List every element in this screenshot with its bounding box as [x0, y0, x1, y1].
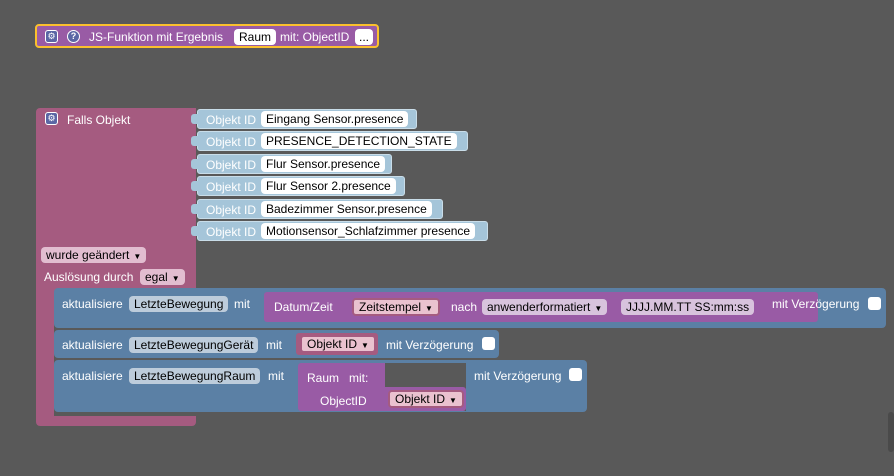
update-label: aktualisiere [62, 297, 123, 311]
delay-checkbox[interactable] [868, 297, 881, 310]
with-label: mit [234, 297, 250, 311]
delay-label: mit Verzögerung [386, 338, 474, 352]
datetime-label: Datum/Zeit [274, 300, 333, 314]
with-label: mit [268, 369, 284, 383]
function-more-button[interactable]: ... [355, 29, 374, 45]
object-id-field[interactable]: Motionsensor_Schlafzimmer presence [261, 223, 476, 239]
trigger-left-arm [36, 294, 54, 416]
param-object-id-dropdown[interactable]: Objekt ID ▼ [388, 390, 464, 408]
object-id-field[interactable]: Flur Sensor 2.presence [261, 178, 396, 194]
trigger-header [36, 108, 196, 294]
format-string-field[interactable]: JJJJ.MM.TT SS:mm:ss [621, 299, 755, 315]
after-label: nach [451, 300, 478, 314]
object-id-field[interactable]: Badezimmer Sensor.presence [261, 201, 432, 217]
gear-icon[interactable]: ⚙ [45, 30, 58, 43]
object-id-connector [191, 181, 198, 191]
param-label: ObjectID [320, 394, 367, 408]
update-label: aktualisiere [62, 369, 123, 383]
object-id-connector [191, 136, 198, 146]
gear-icon[interactable]: ⚙ [45, 112, 58, 125]
timestamp-value: Zeitstempel [359, 300, 422, 314]
function-name-field[interactable]: Raum [234, 29, 277, 45]
timestamp-dropdown[interactable]: Zeitstempel ▼ [352, 298, 440, 316]
format-dropdown[interactable]: anwenderformatiert ▼ [482, 299, 608, 315]
delay-label: mit Verzögerung [772, 297, 860, 311]
function-call-block[interactable]: Raum mit: ObjectID [298, 363, 385, 411]
object-id-value-block[interactable]: Objekt ID ▼ [296, 333, 378, 355]
object-id-block-1[interactable]: Objekt ID Eingang Sensor.presence [191, 109, 417, 129]
format-value: anwenderformatiert [487, 300, 591, 314]
object-id-block-3[interactable]: Objekt ID Flur Sensor.presence [191, 154, 392, 174]
update-statement-3[interactable]: aktualisiere LetzteBewegungRaum mit Raum… [54, 360, 587, 412]
datetime-block[interactable]: Datum/Zeit Zeitstempel ▼ nach anwenderfor… [264, 292, 818, 322]
object-id-connector [191, 204, 198, 214]
object-id-label: Objekt ID [206, 135, 257, 149]
variable-dropdown[interactable]: LetzteBewegungGerät [129, 337, 259, 353]
delay-checkbox[interactable] [482, 337, 495, 350]
help-icon[interactable]: ? [67, 30, 80, 43]
chevron-down-icon: ▼ [594, 304, 603, 313]
object-id-label: Objekt ID [206, 158, 257, 172]
object-id-label: Objekt ID [206, 180, 257, 194]
variable-dropdown[interactable]: LetzteBewegungRaum [129, 368, 261, 384]
trigger-label: Falls Objekt [67, 113, 131, 127]
chevron-down-icon: ▼ [425, 304, 433, 313]
condition-value: wurde geändert [46, 248, 130, 262]
object-id-connector [191, 114, 198, 124]
function-call-name: Raum [307, 371, 340, 385]
delay-checkbox[interactable] [569, 368, 582, 381]
param-object-id-value: Objekt ID [395, 392, 446, 406]
workspace-scrollbar[interactable] [888, 412, 894, 452]
update-label: aktualisiere [62, 338, 123, 352]
param-value-block[interactable]: Objekt ID ▼ [384, 387, 466, 411]
object-id-field[interactable]: Eingang Sensor.presence [261, 111, 409, 127]
object-id-dropdown[interactable]: Objekt ID ▼ [300, 335, 376, 353]
object-id-block-6[interactable]: Objekt ID Motionsensor_Schlafzimmer pres… [191, 221, 488, 241]
object-id-label: Objekt ID [206, 113, 257, 127]
object-id-block-2[interactable]: Objekt ID PRESENCE_DETECTION_STATE [191, 131, 468, 151]
object-id-label: Objekt ID [206, 225, 257, 239]
chevron-down-icon: ▼ [361, 341, 369, 350]
update-statement-2[interactable]: aktualisiere LetzteBewegungGerät mit Obj… [54, 330, 499, 358]
trigger-by-value: egal [145, 270, 168, 284]
object-id-field[interactable]: Flur Sensor.presence [261, 156, 386, 172]
condition-dropdown[interactable]: wurde geändert ▼ [41, 247, 147, 263]
delay-label: mit Verzögerung [474, 369, 562, 383]
function-label: JS-Funktion mit Ergebnis [89, 30, 224, 44]
chevron-down-icon: ▼ [171, 274, 180, 283]
variable-dropdown[interactable]: LetzteBewegung [129, 296, 229, 312]
with-label: mit [266, 338, 282, 352]
function-params-label: mit: ObjectID [280, 30, 350, 44]
object-id-value: Objekt ID [307, 337, 358, 351]
object-id-block-5[interactable]: Objekt ID Badezimmer Sensor.presence [191, 199, 443, 219]
chevron-down-icon: ▼ [449, 396, 457, 405]
update-statement-1[interactable]: aktualisiere LetzteBewegung mit Datum/Ze… [54, 288, 886, 328]
object-id-field[interactable]: PRESENCE_DETECTION_STATE [261, 133, 457, 149]
object-id-connector [191, 226, 198, 236]
object-id-label: Objekt ID [206, 203, 257, 217]
object-id-connector [191, 159, 198, 169]
js-function-block[interactable]: ⚙ ? JS-Funktion mit Ergebnis Raum mit: O… [35, 24, 379, 48]
object-id-block-4[interactable]: Objekt ID Flur Sensor 2.presence [191, 176, 405, 196]
trigger-by-dropdown[interactable]: egal ▼ [140, 269, 185, 285]
trigger-bottom [36, 416, 196, 426]
function-call-with: mit: [349, 371, 369, 385]
chevron-down-icon: ▼ [133, 252, 142, 261]
trigger-by-label: Auslösung durch [44, 270, 134, 284]
